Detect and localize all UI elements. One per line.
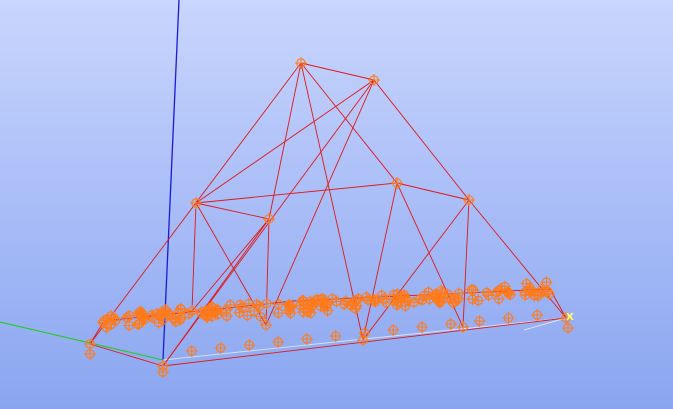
truss-model-scene[interactable]: X: [0, 0, 673, 409]
coordinate-axes: [0, 0, 567, 361]
node-marker-icon: [84, 348, 96, 360]
node-marker-icon: [387, 324, 400, 336]
node-marker-icon: [472, 294, 485, 307]
truss-member: [362, 199, 470, 341]
truss-nodes: [84, 57, 574, 378]
node-marker-icon: [300, 333, 313, 345]
node-marker-icon: [416, 321, 429, 333]
node-marker-icon: [250, 298, 263, 311]
3d-viewport[interactable]: X: [0, 0, 673, 409]
truss-member: [373, 79, 470, 201]
node-marker-icon: [263, 213, 275, 225]
node-marker-icon: [123, 309, 136, 322]
node-marker-icon: [185, 345, 198, 357]
node-marker-icon: [562, 322, 574, 334]
truss-member: [300, 62, 398, 184]
node-marker-icon: [214, 342, 227, 354]
node-marker-icon: [502, 312, 515, 324]
truss-member: [549, 288, 567, 319]
truss-member: [462, 199, 470, 328]
node-marker-icon: [329, 330, 342, 342]
truss-member: [191, 218, 270, 312]
truss-member: [265, 79, 375, 326]
x-axis-arrowhead: [519, 317, 567, 331]
node-marker-icon: [253, 300, 266, 313]
node-marker-icon: [466, 293, 479, 306]
node-marker-icon: [295, 57, 307, 69]
truss-member: [89, 343, 164, 367]
node-marker-icon: [444, 318, 457, 330]
x-axis-label: X: [566, 312, 574, 323]
node-marker-icon: [272, 307, 285, 320]
truss-member: [396, 182, 470, 201]
truss-member: [191, 202, 197, 312]
node-marker-icon: [473, 315, 486, 327]
truss-member: [195, 202, 270, 220]
truss-member: [195, 182, 398, 204]
node-marker-icon: [502, 286, 515, 299]
node-marker-icon: [391, 177, 403, 189]
node-marker-icon: [543, 288, 556, 301]
node-marker-icon: [190, 197, 202, 209]
truss-member: [300, 62, 375, 81]
node-marker-icon: [272, 336, 285, 348]
node-marker-icon: [243, 339, 256, 351]
node-marker-icon: [463, 194, 475, 206]
node-marker-icon: [467, 283, 480, 296]
truss-member: [362, 182, 398, 341]
node-marker-icon: [531, 309, 544, 321]
truss-member: [162, 317, 567, 367]
node-marker-icon: [368, 74, 380, 86]
